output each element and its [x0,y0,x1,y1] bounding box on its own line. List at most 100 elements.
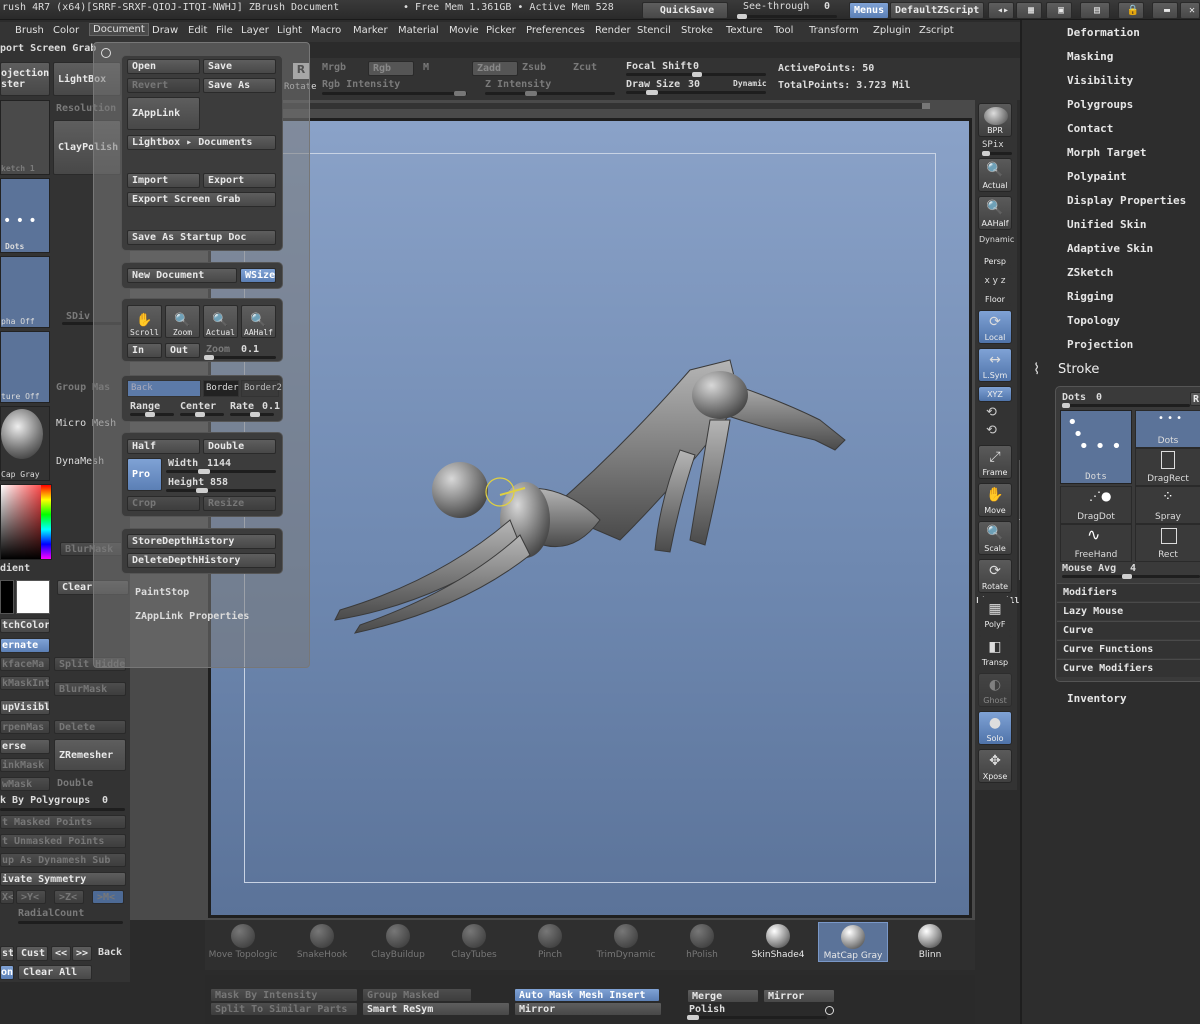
menu-movie[interactable]: Movie [449,25,479,36]
rgb-button[interactable]: Rgb [368,61,414,76]
z-intensity-slider[interactable] [485,91,615,96]
resize-button[interactable]: Resize [203,496,276,511]
pin-icon[interactable] [101,48,111,58]
scroll-button[interactable]: ✋ Scroll [127,305,162,338]
brush-claybuildup[interactable]: ClayBuildup [363,922,433,962]
rotate-z-icon[interactable]: ⟲ [986,423,997,438]
local-button[interactable]: ⟳ Local [978,310,1012,344]
next-arrow-icon[interactable]: >> [72,946,92,961]
smart-resym-button[interactable]: Smart ReSym [362,1002,510,1016]
actual-view-button[interactable]: 🔍 Actual [978,158,1012,192]
tray-visibility[interactable]: Visibility [1067,74,1133,87]
menu-light[interactable]: Light [277,25,302,36]
border-color-swatch[interactable]: Border [203,380,239,397]
stroke-dragdot-option[interactable]: ⋰● DragDot [1060,486,1132,524]
modifiers-subpalette[interactable]: Modifiers [1057,583,1200,601]
menu-document[interactable]: Document [89,23,149,36]
curve-subpalette[interactable]: Curve [1057,621,1200,639]
lock-icon[interactable]: 🔒 [1118,2,1144,19]
menu-render[interactable]: Render [595,25,631,36]
activate-symmetry-button[interactable]: ivate Symmetry [0,872,126,886]
polish-circle-icon[interactable] [825,1006,834,1015]
grid-icon[interactable]: ▤ [1080,2,1110,19]
color-picker[interactable] [0,484,52,560]
zadd-button[interactable]: Zadd [472,61,518,76]
brush-hpolish[interactable]: hPolish [667,922,737,962]
arrows-left-right-icon[interactable]: ◂▸ [988,2,1014,19]
delete-button[interactable]: Delete [54,720,126,734]
layout-icon[interactable]: ▦ [1016,2,1042,19]
group-visible-button[interactable]: upVisible [0,700,50,715]
tray-display-properties[interactable]: Display Properties [1067,194,1186,207]
rotate-y-icon[interactable]: ⟲ [986,405,997,420]
menu-marker[interactable]: Marker [353,25,388,36]
border2-color-swatch[interactable]: Border2 [241,380,282,397]
stroke-freehand-option[interactable]: ∿ FreeHand [1060,524,1132,562]
stroke-palette-title[interactable]: Stroke [1058,362,1099,377]
split-to-similar-parts-button[interactable]: Split To Similar Parts [210,1002,358,1016]
material-matcap-gray[interactable]: MatCap Gray [818,922,888,962]
tray-projection[interactable]: Projection [1067,338,1133,351]
transp-button[interactable]: ◧ Transp [978,635,1012,669]
brush-pinch[interactable]: Pinch [515,922,585,962]
spix-slider[interactable] [982,151,1012,156]
floor-button[interactable]: x y z Floor [978,272,1012,306]
rgb-intensity-slider[interactable] [322,91,467,96]
symmetry-y-button[interactable]: >Y< [16,890,46,904]
scale-button[interactable]: 🔍 Scale [978,521,1012,555]
quicksave-button[interactable]: QuickSave [642,2,728,19]
dots-stroke-slider[interactable] [1062,403,1190,408]
alternate-button[interactable]: ernate [0,638,50,653]
symmetry-z-button[interactable]: >Z< [54,890,84,904]
range-slider[interactable] [130,412,174,417]
rate-slider[interactable] [230,412,274,417]
tray-morph-target[interactable]: Morph Target [1067,146,1146,159]
menu-color[interactable]: Color [53,25,79,36]
brush-move-topological[interactable]: Move Topologic [208,922,278,962]
mouse-avg-slider[interactable] [1062,574,1200,579]
menu-macro[interactable]: Macro [311,25,341,36]
sketch-thumbnail[interactable]: ketch 1 [0,100,50,175]
xyz-button[interactable]: XYZ [978,386,1012,402]
mirror-button[interactable]: Mirror [514,1002,662,1016]
menu-preferences[interactable]: Preferences [526,25,585,36]
aahalf-view-button[interactable]: 🔍 AAHalf [978,196,1012,230]
xpose-button[interactable]: ✥ Xpose [978,749,1012,783]
height-slider[interactable] [166,488,276,493]
menu-transform[interactable]: Transform [809,25,859,36]
stroke-dragrect-option[interactable]: DragRect [1135,448,1200,486]
symmetry-x-button[interactable]: X< [0,890,14,904]
brush-claytubes[interactable]: ClayTubes [439,922,509,962]
stroke-rect-option[interactable]: Rect [1135,524,1200,562]
bpr-button[interactable]: BPR [978,103,1012,137]
default-zscript-button[interactable]: DefaultZScript [890,2,984,19]
zremesher-button[interactable]: ZRemesher [54,739,126,771]
gradient-label[interactable]: dient [0,563,30,574]
tray-zsketch[interactable]: ZSketch [1067,266,1113,279]
move-button[interactable]: ✋ Move [978,483,1012,517]
blurmask-2-button[interactable]: BlurMask [54,682,126,696]
alpha-thumbnail[interactable]: pha Off [0,256,50,328]
crop-button[interactable]: Crop [127,496,200,511]
delete-unmasked-points-button[interactable]: t Unmasked Points [0,834,126,848]
sharpen-mask-button[interactable]: rpenMas [0,720,50,734]
tray-masking[interactable]: Masking [1067,50,1113,63]
window-icon[interactable]: ▣ [1046,2,1072,19]
tray-topology[interactable]: Topology [1067,314,1120,327]
polish-slider[interactable] [687,1015,827,1020]
menu-material[interactable]: Material [398,25,439,36]
menu-draw[interactable]: Draw [152,25,178,36]
back-color-swatch[interactable]: Back [127,380,201,397]
zoom-in-button[interactable]: In [127,343,162,358]
mannequin-model[interactable] [320,340,860,640]
brush-trimdynamic[interactable]: TrimDynamic [591,922,661,962]
tray-contact[interactable]: Contact [1067,122,1113,135]
save-as-button[interactable]: Save As [203,78,276,93]
back-label[interactable]: Back [98,947,122,958]
mask-intensity-button[interactable]: kMaskInt [0,676,50,690]
stroke-dots-thumbnail[interactable]: • • • Dots [0,178,50,253]
tray-adaptive-skin[interactable]: Adaptive Skin [1067,242,1153,255]
secondary-color-swatch[interactable] [0,580,14,614]
lazy-mouse-subpalette[interactable]: Lazy Mouse [1057,602,1200,620]
ghost-button[interactable]: ◐ Ghost [978,673,1012,707]
